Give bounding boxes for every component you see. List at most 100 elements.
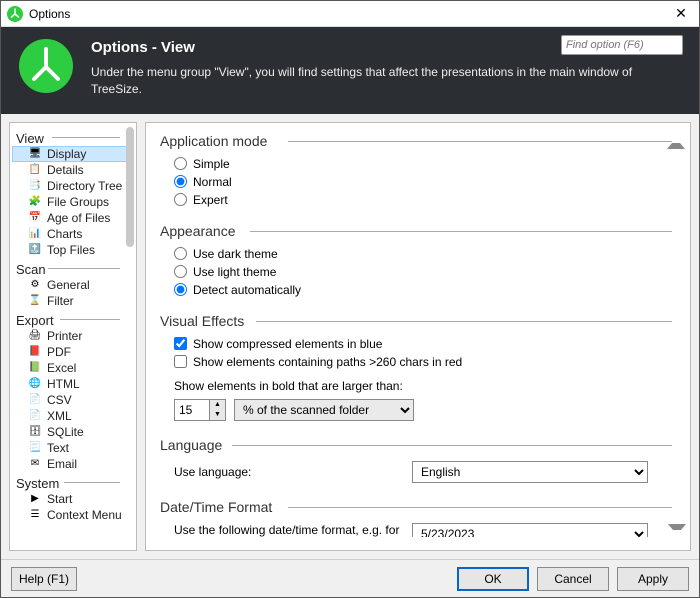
cancel-button[interactable]: Cancel [537,567,609,591]
display-icon: 🖥 [28,147,42,161]
radio-appearance-use-light-theme[interactable] [174,265,187,278]
sidebar-item-sqlite[interactable]: 🗄SQLite [12,424,134,440]
radio-appmode-expert[interactable] [174,193,187,206]
sidebar-item-printer[interactable]: 🖨Printer [12,328,134,344]
sidebar-item-label: SQLite [47,425,84,439]
sidebar-item-label: HTML [47,377,80,391]
radio-appearance-label-use-dark-theme[interactable]: Use dark theme [193,247,278,261]
radio-appmode-label-simple[interactable]: Simple [193,157,230,171]
bold-unit-select[interactable]: % of the scanned folder [234,399,414,421]
sidebar-item-label: File Groups [47,195,109,209]
apply-button[interactable]: Apply [617,567,689,591]
datetime-select[interactable]: 5/23/2023 [412,523,648,537]
close-button[interactable]: ✕ [669,5,693,22]
general-icon: ⚙ [28,278,42,292]
sidebar-item-top-files[interactable]: 🔝Top Files [12,242,134,258]
sidebar-item-email[interactable]: ✉ Email [12,456,134,472]
sidebar-item-file-groups[interactable]: 🧩 File Groups [12,194,134,210]
sidebar-item-details[interactable]: 📋Details [12,162,134,178]
help-button[interactable]: Help (F1) [11,567,77,591]
text-icon: 📃 [28,441,42,455]
checkbox-compressed-blue-label[interactable]: Show compressed elements in blue [193,337,382,351]
sidebar-item-label: Directory Tree [47,179,122,193]
sidebar-item-general[interactable]: ⚙ General [12,277,134,293]
sidebar-item-xml[interactable]: 📄 XML [12,408,134,424]
radio-appmode-label-expert[interactable]: Expert [193,193,228,207]
bold-threshold-label: Show elements in bold that are larger th… [174,379,403,393]
sidebar-item-label: Email [47,457,77,471]
sidebar-item-label: Context Menu [47,508,122,522]
search-box[interactable]: ⌕ [561,35,683,55]
checkbox-longpath-red[interactable] [174,355,187,368]
search-input[interactable] [566,39,700,51]
sidebar-item-csv[interactable]: 📄CSV [12,392,134,408]
section-appearance: Appearance Use dark theme Use light theme… [160,223,672,299]
sidebar-item-pdf[interactable]: 📕 PDF [12,344,134,360]
sidebar-item-label: Age of Files [47,211,110,225]
sidebar-group-scan: Scan [12,260,134,277]
sidebar-item-text[interactable]: 📃 Text [12,440,134,456]
sidebar-item-label: XML [47,409,72,423]
sidebar-item-label: General [47,278,90,292]
section-title-app-mode: Application mode [160,133,672,149]
sidebar-item-html[interactable]: 🌐HTML [12,376,134,392]
language-label: Use language: [174,465,404,479]
radio-appmode-label-normal[interactable]: Normal [193,175,232,189]
sidebar: View🖥 Display📋Details📑 Directory Tree 🧩 File… [9,122,137,551]
printer-icon: 🖨 [28,329,42,343]
checkbox-compressed-blue[interactable] [174,337,187,350]
sidebar-item-label: PDF [47,345,71,359]
radio-appearance-detect-automatically[interactable] [174,283,187,296]
ok-button[interactable]: OK [457,567,529,591]
language-select[interactable]: English [412,461,648,483]
email-icon: ✉ [28,457,42,471]
sidebar-item-display[interactable]: 🖥 Display [12,146,134,162]
sidebar-item-excel[interactable]: 📗Excel [12,360,134,376]
header-description: Under the menu group "View", you will fi… [91,64,681,98]
section-datetime: Date/Time Format Use the following date/… [160,499,672,537]
radio-appearance-label-use-light-theme[interactable]: Use light theme [193,265,276,279]
button-bar: Help (F1) OK Cancel Apply [1,559,699,597]
pdf-icon: 📕 [28,345,42,359]
context-menu-icon: ☰ [28,508,42,522]
sidebar-group-view: View [12,129,134,146]
directory-tree-icon: 📑 [28,179,42,193]
sidebar-item-age-of-files[interactable]: 📅Age of Files [12,210,134,226]
start-icon: ▶ [28,492,42,506]
radio-appearance-label-detect-automatically[interactable]: Detect automatically [193,283,301,297]
radio-appmode-simple[interactable] [174,157,187,170]
charts-icon: 📊 [28,227,42,241]
app-icon [7,6,23,22]
window-title: Options [29,7,669,21]
section-title-language: Language [160,437,672,453]
bold-threshold-spinbox[interactable]: ▲ ▼ [174,399,226,421]
top-files-icon: 🔝 [28,243,42,257]
section-title-datetime: Date/Time Format [160,499,672,515]
sidebar-item-filter[interactable]: ⌛ Filter [12,293,134,309]
radio-appmode-normal[interactable] [174,175,187,188]
spin-up[interactable]: ▲ [210,400,225,410]
sidebar-group-system: System [12,474,134,491]
xml-icon: 📄 [28,409,42,423]
csv-icon: 📄 [28,393,42,407]
sidebar-item-directory-tree[interactable]: 📑 Directory Tree [12,178,134,194]
section-title-visual: Visual Effects [160,313,672,329]
file-groups-icon: 🧩 [28,195,42,209]
spin-down[interactable]: ▼ [210,410,225,420]
sidebar-group-export: Export [12,311,134,328]
sidebar-item-label: Charts [47,227,82,241]
sidebar-item-context-menu[interactable]: ☰ Context Menu [12,507,134,523]
sidebar-item-label: Filter [47,294,74,308]
sidebar-item-start[interactable]: ▶ Start [12,491,134,507]
sidebar-item-label: Start [47,492,72,506]
sidebar-item-charts[interactable]: 📊 Charts [12,226,134,242]
checkbox-longpath-red-label[interactable]: Show elements containing paths >260 char… [193,355,462,369]
details-icon: 📋 [28,163,42,177]
section-title-appearance: Appearance [160,223,672,239]
sidebar-item-label: Text [47,441,69,455]
sidebar-item-label: Display [47,147,86,161]
bold-threshold-input[interactable] [175,400,209,420]
radio-appearance-use-dark-theme[interactable] [174,247,187,260]
header-icon [19,39,73,93]
filter-icon: ⌛ [28,294,42,308]
